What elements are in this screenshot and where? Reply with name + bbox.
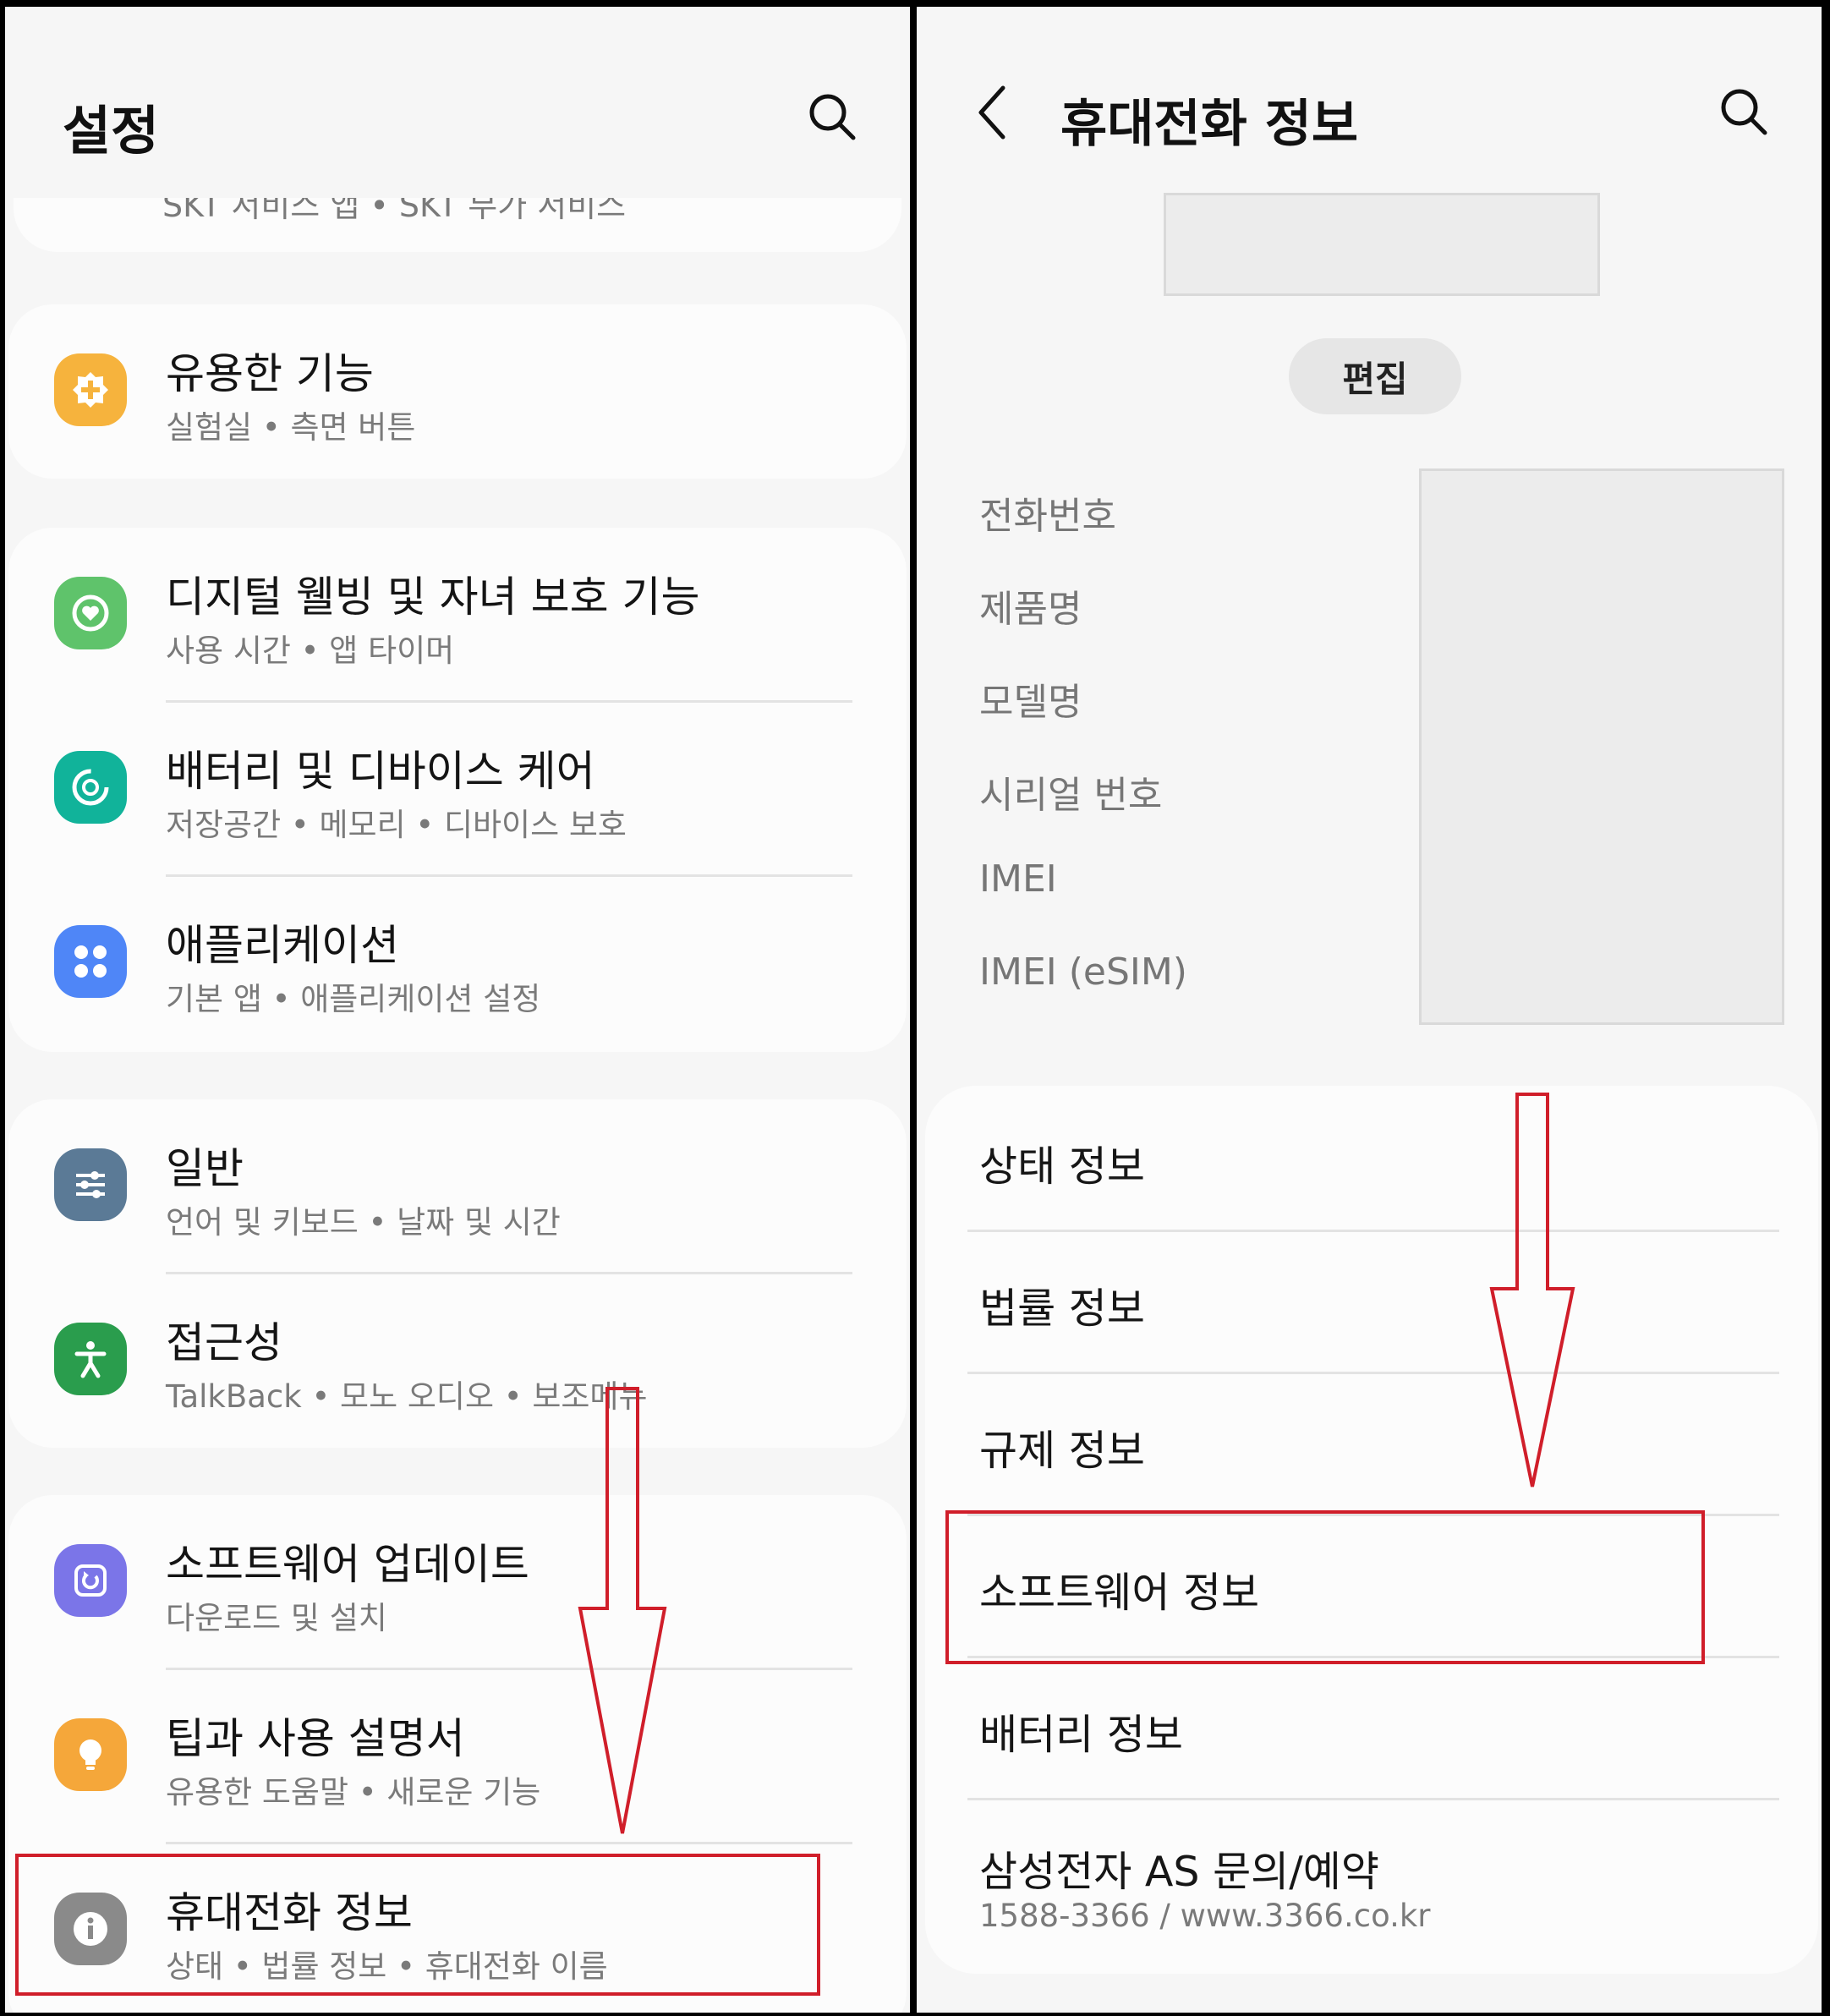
settings-screen: 설정 SKT 서비스 앱 • SKT 부가 서비스 설정 유용한 기능 실험실 … [5, 7, 910, 2013]
menu-item-regulatory[interactable]: 규제 정보 [979, 1417, 1145, 1477]
item-title: 소프트웨어 업데이트 [166, 1540, 529, 1589]
highlight-box [15, 1854, 820, 1996]
item-subtitle: 실험실 • 측면 버튼 [166, 409, 416, 446]
settings-item-applications[interactable]: 애플리케이션 기본 앱 • 애플리케이션 설정 [8, 876, 907, 1049]
item-title: 유용한 기능 [166, 349, 374, 398]
menu-item-legal[interactable]: 법률 정보 [979, 1275, 1145, 1335]
sliders-icon [54, 1148, 127, 1221]
menu-item-samsung-service-subtitle: 1588-3366 / www.3366.co.kr [979, 1898, 1431, 1934]
search-icon[interactable] [1718, 86, 1769, 137]
info-label-model-name: 모델명 [979, 681, 1082, 724]
info-label-serial-number: 시리얼 번호 [979, 774, 1163, 817]
settings-item-battery-care[interactable]: 배터리 및 디바이스 케어 저장공간 • 메모리 • 디바이스 보호 [8, 702, 907, 875]
list-divider [967, 1798, 1779, 1800]
item-subtitle: 사용 시간 • 앱 타이머 [166, 633, 455, 669]
frame-right [1822, 0, 1830, 2016]
settings-item-useful-features[interactable]: 유용한 기능 실험실 • 측면 버튼 [8, 304, 907, 478]
edit-button-label: 편집 [1342, 358, 1408, 400]
back-chevron-icon[interactable] [976, 83, 1010, 142]
down-arrow-annotation [1489, 1093, 1575, 1487]
item-title: 팁과 사용 설명서 [166, 1714, 465, 1763]
settings-item-accessibility[interactable]: 접근성 TalkBack • 모노 오디오 • 보조메뉴 [8, 1274, 907, 1447]
info-label-product-name: 제품명 [979, 588, 1082, 631]
menu-item-status[interactable]: 상태 정보 [979, 1133, 1145, 1193]
item-title: 배터리 및 디바이스 케어 [166, 747, 595, 796]
settings-item-software-update[interactable]: 소프트웨어 업데이트 다운로드 및 설치 [8, 1495, 907, 1668]
accessibility-person-icon [54, 1323, 127, 1395]
menu-item-samsung-service[interactable]: 삼성전자 AS 문의/예약 [979, 1838, 1379, 1898]
item-subtitle: 저장공간 • 메모리 • 디바이스 보호 [166, 807, 627, 843]
highlight-box [945, 1510, 1705, 1664]
info-values-placeholder [1419, 468, 1784, 1025]
down-arrow-annotation [578, 1387, 667, 1834]
page-title: 휴대전화 정보 [1060, 95, 1359, 154]
about-phone-screen: 휴대전화 정보 편집 전화번호 제품명 모델명 시리얼 번호 IMEI IMEI… [917, 7, 1822, 2013]
device-care-icon [54, 751, 127, 824]
item-subtitle: 언어 및 키보드 • 날짜 및 시간 [166, 1204, 561, 1241]
item-title: 디지털 웰빙 및 자녀 보호 기능 [166, 572, 700, 622]
info-label-imei-esim: IMEI (eSIM) [979, 950, 1187, 994]
page-title-overlay: 설정 [63, 100, 160, 162]
item-subtitle: 다운로드 및 설치 [166, 1600, 387, 1636]
apps-grid-icon [54, 925, 127, 998]
plus-gear-icon [54, 353, 127, 426]
item-subtitle: 유용한 도움말 • 새로운 기능 [166, 1774, 541, 1811]
menu-item-battery-info[interactable]: 배터리 정보 [979, 1701, 1183, 1761]
list-divider [967, 1230, 1779, 1232]
search-icon-overlay[interactable] [807, 91, 857, 142]
info-label-phone-number: 전화번호 [979, 495, 1116, 538]
edit-button[interactable]: 편집 [1289, 338, 1461, 414]
settings-item-tips-manual[interactable]: 팁과 사용 설명서 유용한 도움말 • 새로운 기능 [8, 1669, 907, 1843]
settings-item-general[interactable]: 일반 언어 및 키보드 • 날짜 및 시간 [8, 1099, 907, 1273]
lightbulb-icon [54, 1718, 127, 1791]
list-divider [967, 1372, 1779, 1374]
heart-circle-icon [54, 577, 127, 649]
item-title: 애플리케이션 [166, 921, 399, 970]
item-title: 일반 [166, 1144, 244, 1193]
settings-item-digital-wellbeing[interactable]: 디지털 웰빙 및 자녀 보호 기능 사용 시간 • 앱 타이머 [8, 528, 907, 701]
item-title: 접근성 [166, 1318, 282, 1367]
device-name-placeholder [1164, 193, 1600, 296]
info-label-imei: IMEI [979, 857, 1057, 901]
frame-divider [910, 0, 917, 2016]
update-refresh-icon [54, 1544, 127, 1617]
item-subtitle: 기본 앱 • 애플리케이션 설정 [166, 981, 541, 1017]
